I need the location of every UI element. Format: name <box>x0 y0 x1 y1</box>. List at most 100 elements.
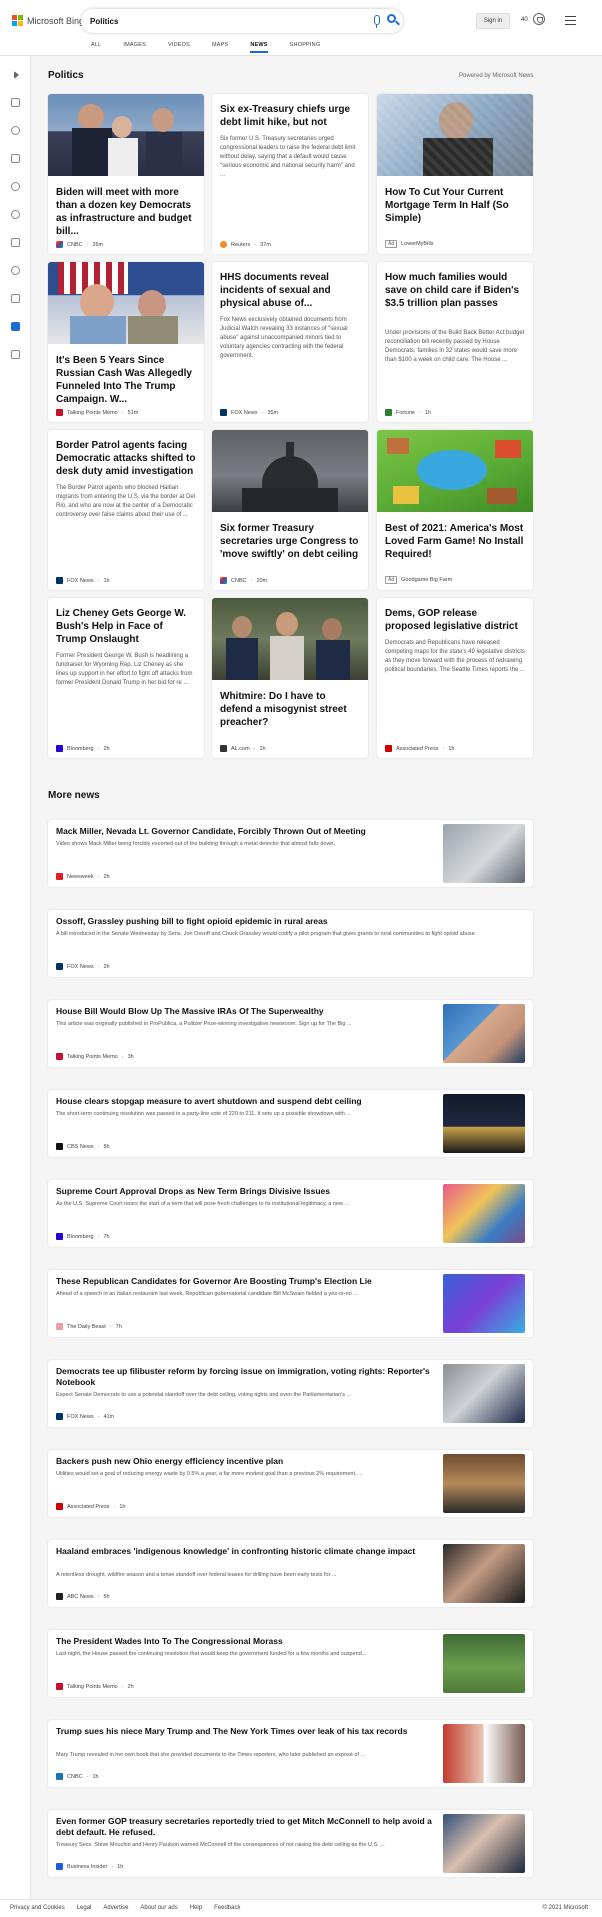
row-thumbnail[interactable] <box>443 824 525 883</box>
card-title[interactable]: Biden will meet with more than a dozen k… <box>48 186 204 238</box>
card-image <box>377 94 533 176</box>
card-title[interactable]: How much families would save on child ca… <box>377 271 533 323</box>
card-title[interactable]: HHS documents reveal incidents of sexual… <box>212 271 368 310</box>
bing-logo[interactable]: Microsoft Bing <box>12 15 84 26</box>
footer-link-help[interactable]: Help <box>190 1905 202 1911</box>
rewards-trophy-icon[interactable] <box>533 13 545 25</box>
row-thumbnail[interactable] <box>443 1814 525 1873</box>
card-source: Fortune · 1h <box>385 409 431 416</box>
sign-in-button[interactable]: Sign in <box>476 13 510 29</box>
ad-card[interactable]: How To Cut Your Current Mortgage Term In… <box>377 94 533 254</box>
footer-link-advertise[interactable]: Advertise <box>103 1905 128 1911</box>
ad-card[interactable]: Best of 2021: America's Most Loved Farm … <box>377 430 533 590</box>
row-title[interactable]: Mack Miller, Nevada Lt. Governor Candida… <box>56 826 436 837</box>
row-thumbnail[interactable] <box>443 1634 525 1693</box>
news-row[interactable]: House clears stopgap measure to avert sh… <box>48 1090 533 1157</box>
news-row[interactable]: The President Wades Into To The Congress… <box>48 1630 533 1697</box>
row-thumbnail[interactable] <box>443 1184 525 1243</box>
news-card[interactable]: It's Been 5 Years Since Russian Cash Was… <box>48 262 204 422</box>
row-thumbnail[interactable] <box>443 1364 525 1423</box>
row-thumbnail[interactable] <box>443 1724 525 1783</box>
tab-all[interactable]: ALL <box>91 42 101 53</box>
home-icon[interactable] <box>11 98 20 107</box>
card-title[interactable]: Liz Cheney Gets George W. Bush's Help in… <box>48 607 204 646</box>
news-row[interactable]: Haaland embraces 'indigenous knowledge' … <box>48 1540 533 1607</box>
tab-news[interactable]: NEWS <box>250 42 268 53</box>
news-card[interactable]: Whitmire: Do I have to defend a misogyni… <box>212 598 368 758</box>
news-card[interactable]: Liz Cheney Gets George W. Bush's Help in… <box>48 598 204 758</box>
row-title[interactable]: Trump sues his niece Mary Trump and The … <box>56 1726 436 1737</box>
technology-icon[interactable] <box>11 266 20 275</box>
lifestyle-icon[interactable] <box>11 350 20 359</box>
row-title[interactable]: Even former GOP treasury secretaries rep… <box>56 1816 436 1838</box>
news-row[interactable]: Backers push new Ohio energy efficiency … <box>48 1450 533 1517</box>
row-title[interactable]: The President Wades Into To The Congress… <box>56 1636 436 1647</box>
news-card[interactable]: Six former Treasury secretaries urge Con… <box>212 430 368 590</box>
row-thumbnail[interactable] <box>443 1004 525 1063</box>
expand-rail-icon[interactable] <box>14 71 19 79</box>
microphone-icon[interactable] <box>374 15 380 28</box>
news-card[interactable]: How much families would save on child ca… <box>377 262 533 422</box>
row-thumbnail[interactable] <box>443 1544 525 1603</box>
row-title[interactable]: Democrats tee up filibuster reform by fo… <box>56 1366 436 1388</box>
search-input[interactable]: Politics <box>90 17 118 26</box>
news-row[interactable]: House Bill Would Blow Up The Massive IRA… <box>48 1000 533 1067</box>
row-title[interactable]: Backers push new Ohio energy efficiency … <box>56 1456 436 1467</box>
card-title[interactable]: Whitmire: Do I have to defend a misogyni… <box>212 690 368 742</box>
card-title[interactable]: It's Been 5 Years Since Russian Cash Was… <box>48 354 204 406</box>
source-logo-icon <box>385 745 392 752</box>
row-snippet: Expect Senate Democrats to use a potenti… <box>56 1392 352 1398</box>
news-card[interactable]: HHS documents reveal incidents of sexual… <box>212 262 368 422</box>
news-card[interactable]: Six ex-Treasury chiefs urge debt limit h… <box>212 94 368 254</box>
news-card[interactable]: Biden will meet with more than a dozen k… <box>48 94 204 254</box>
row-thumbnail[interactable] <box>443 1094 525 1153</box>
hamburger-menu-icon[interactable] <box>565 16 576 25</box>
footer-link-legal[interactable]: Legal <box>77 1905 92 1911</box>
entertainment-icon[interactable] <box>11 294 20 303</box>
sports-icon[interactable] <box>11 126 20 135</box>
source-logo-icon <box>56 873 63 880</box>
location-icon[interactable] <box>11 182 20 191</box>
card-source: Bloomberg · 2h <box>56 745 110 752</box>
row-source: CBS News · 5h <box>56 1143 110 1150</box>
row-title[interactable]: Ossoff, Grassley pushing bill to fight o… <box>56 916 526 927</box>
card-source: Associated Press · 1h <box>385 745 454 752</box>
news-row[interactable]: Democrats tee up filibuster reform by fo… <box>48 1360 533 1427</box>
row-title[interactable]: Supreme Court Approval Drops as New Term… <box>56 1186 436 1197</box>
card-title[interactable]: Best of 2021: America's Most Loved Farm … <box>377 522 533 574</box>
rewards-points[interactable]: 40 <box>521 17 528 23</box>
row-title[interactable]: These Republican Candidates for Governor… <box>56 1276 436 1287</box>
footer-link-feedback[interactable]: Feedback <box>214 1905 240 1911</box>
row-title[interactable]: House clears stopgap measure to avert sh… <box>56 1096 436 1107</box>
news-row[interactable]: Even former GOP treasury secretaries rep… <box>48 1810 533 1877</box>
search-box[interactable]: Politics <box>81 9 403 33</box>
card-title[interactable]: Border Patrol agents facing Democratic a… <box>48 439 204 478</box>
news-row[interactable]: Mack Miller, Nevada Lt. Governor Candida… <box>48 820 533 887</box>
search-icon[interactable] <box>387 14 396 23</box>
flag-icon[interactable] <box>11 154 20 163</box>
card-title[interactable]: How To Cut Your Current Mortgage Term In… <box>377 186 533 238</box>
news-card[interactable]: Dems, GOP release proposed legislative d… <box>377 598 533 758</box>
politics-icon[interactable] <box>11 322 20 331</box>
tab-shopping[interactable]: SHOPPING <box>290 42 321 53</box>
money-icon[interactable] <box>11 238 20 247</box>
card-title[interactable]: Dems, GOP release proposed legislative d… <box>377 607 533 633</box>
news-card[interactable]: Border Patrol agents facing Democratic a… <box>48 430 204 590</box>
news-row[interactable]: Trump sues his niece Mary Trump and The … <box>48 1720 533 1787</box>
card-title[interactable]: Six ex-Treasury chiefs urge debt limit h… <box>212 103 368 129</box>
row-title[interactable]: House Bill Would Blow Up The Massive IRA… <box>56 1006 436 1017</box>
row-thumbnail[interactable] <box>443 1274 525 1333</box>
footer-link-privacy[interactable]: Privacy and Cookies <box>10 1905 65 1911</box>
tab-videos[interactable]: VIDEOS <box>168 42 190 53</box>
tab-images[interactable]: IMAGES <box>123 42 146 53</box>
news-row[interactable]: Supreme Court Approval Drops as New Term… <box>48 1180 533 1247</box>
news-row[interactable]: Ossoff, Grassley pushing bill to fight o… <box>48 910 533 977</box>
news-row[interactable]: These Republican Candidates for Governor… <box>48 1270 533 1337</box>
footer-link-about-ads[interactable]: About our ads <box>140 1905 177 1911</box>
row-thumbnail[interactable] <box>443 1454 525 1513</box>
tab-maps[interactable]: MAPS <box>212 42 228 53</box>
card-title[interactable]: Six former Treasury secretaries urge Con… <box>212 522 368 574</box>
section-title: Politics <box>48 70 84 81</box>
row-title[interactable]: Haaland embraces 'indigenous knowledge' … <box>56 1546 436 1557</box>
science-icon[interactable] <box>11 210 20 219</box>
